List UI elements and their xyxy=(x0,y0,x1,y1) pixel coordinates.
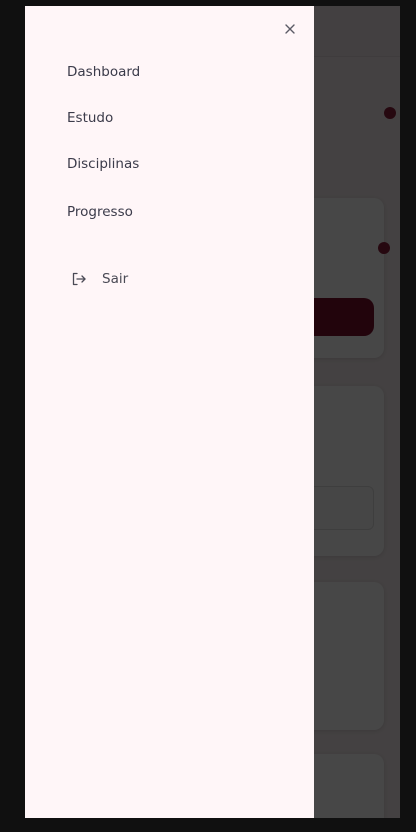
nav-menu: Dashboard Estudo Disciplinas Progresso xyxy=(67,62,140,248)
logout-button[interactable]: Sair xyxy=(70,270,128,288)
nav-item-estudo[interactable]: Estudo xyxy=(67,108,140,154)
logout-label: Sair xyxy=(102,271,129,287)
navigation-drawer: Dashboard Estudo Disciplinas Progresso S… xyxy=(25,6,314,818)
screen: Dashboard Estudo Disciplinas Progresso S… xyxy=(0,0,416,832)
nav-item-progresso[interactable]: Progresso xyxy=(67,202,140,248)
close-icon[interactable] xyxy=(281,20,299,38)
nav-item-disciplinas[interactable]: Disciplinas xyxy=(67,154,140,202)
nav-item-dashboard[interactable]: Dashboard xyxy=(67,62,140,108)
logout-icon xyxy=(70,270,88,288)
